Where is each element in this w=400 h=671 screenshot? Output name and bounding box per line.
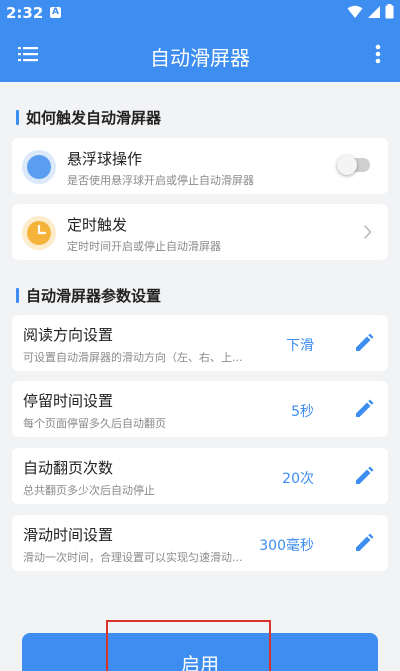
edit-button[interactable] xyxy=(352,331,376,355)
more-vert-icon xyxy=(375,44,381,64)
timer-trigger-subtitle: 定时时间开启或停止自动滑屏器 xyxy=(67,240,221,253)
page-title: 自动滑屏器 xyxy=(150,46,250,70)
section-accent-bar xyxy=(16,110,19,125)
param-title: 停留时间设置 xyxy=(23,392,114,410)
param-value: 下滑 xyxy=(286,338,314,354)
status-icons xyxy=(347,4,394,19)
edit-button[interactable] xyxy=(352,397,376,421)
toggle-knob xyxy=(337,155,357,175)
section-accent-bar xyxy=(16,288,19,303)
float-ball-toggle[interactable] xyxy=(337,155,370,175)
param-value: 20次 xyxy=(282,471,314,487)
pencil-icon xyxy=(356,533,374,551)
timer-trigger-card[interactable]: 定时触发 定时时间开启或停止自动滑屏器 xyxy=(12,204,388,260)
notification-icon: A xyxy=(50,7,61,18)
app-bar: 2:32 A 自动滑屏器 xyxy=(0,0,400,82)
section-title-params-text: 自动滑屏器参数设置 xyxy=(26,287,162,305)
param-title: 阅读方向设置 xyxy=(23,326,114,344)
highlight-box xyxy=(106,620,271,671)
more-options-button[interactable] xyxy=(370,40,386,68)
param-card-page-count[interactable]: 自动翻页次数 总共翻页多少次后自动停止 20次 xyxy=(12,448,388,504)
pencil-icon xyxy=(356,399,374,417)
param-title: 自动翻页次数 xyxy=(23,459,114,477)
param-subtitle: 总共翻页多少次后自动停止 xyxy=(23,484,155,497)
section-title-params: 自动滑屏器参数设置 xyxy=(16,285,161,306)
param-card-dwell-time[interactable]: 停留时间设置 每个页面停留多久后自动翻页 5秒 xyxy=(12,381,388,437)
timer-trigger-title: 定时触发 xyxy=(67,216,128,234)
param-card-reading-direction[interactable]: 阅读方向设置 可设置自动滑屏器的滑动方向（左、右、上... 下滑 xyxy=(12,315,388,371)
float-ball-card[interactable]: 悬浮球操作 是否使用悬浮球开启或停止自动滑屏器 xyxy=(12,138,388,194)
section-title-trigger-text: 如何触发自动滑屏器 xyxy=(26,109,162,127)
signal-icon xyxy=(368,5,380,18)
param-subtitle: 滑动一次时间，合理设置可以实现匀速滑动... xyxy=(23,551,243,564)
float-ball-title: 悬浮球操作 xyxy=(67,150,143,168)
param-value: 5秒 xyxy=(291,404,314,420)
section-title-trigger: 如何触发自动滑屏器 xyxy=(16,107,161,128)
chevron-right-icon xyxy=(363,224,372,240)
edit-button[interactable] xyxy=(352,531,376,555)
edit-button[interactable] xyxy=(352,464,376,488)
pencil-icon xyxy=(356,466,374,484)
param-card-swipe-duration[interactable]: 滑动时间设置 滑动一次时间，合理设置可以实现匀速滑动... 300毫秒 xyxy=(12,515,388,571)
clock-icon xyxy=(22,216,56,250)
wifi-icon xyxy=(347,5,363,18)
battery-icon xyxy=(385,4,394,19)
param-title: 滑动时间设置 xyxy=(23,526,114,544)
param-subtitle: 可设置自动滑屏器的滑动方向（左、右、上... xyxy=(23,351,243,364)
float-ball-subtitle: 是否使用悬浮球开启或停止自动滑屏器 xyxy=(67,174,254,187)
param-value: 300毫秒 xyxy=(259,538,314,554)
float-ball-icon xyxy=(22,150,56,184)
param-subtitle: 每个页面停留多久后自动翻页 xyxy=(23,417,166,430)
pencil-icon xyxy=(356,333,374,351)
status-time: 2:32 xyxy=(6,4,44,22)
